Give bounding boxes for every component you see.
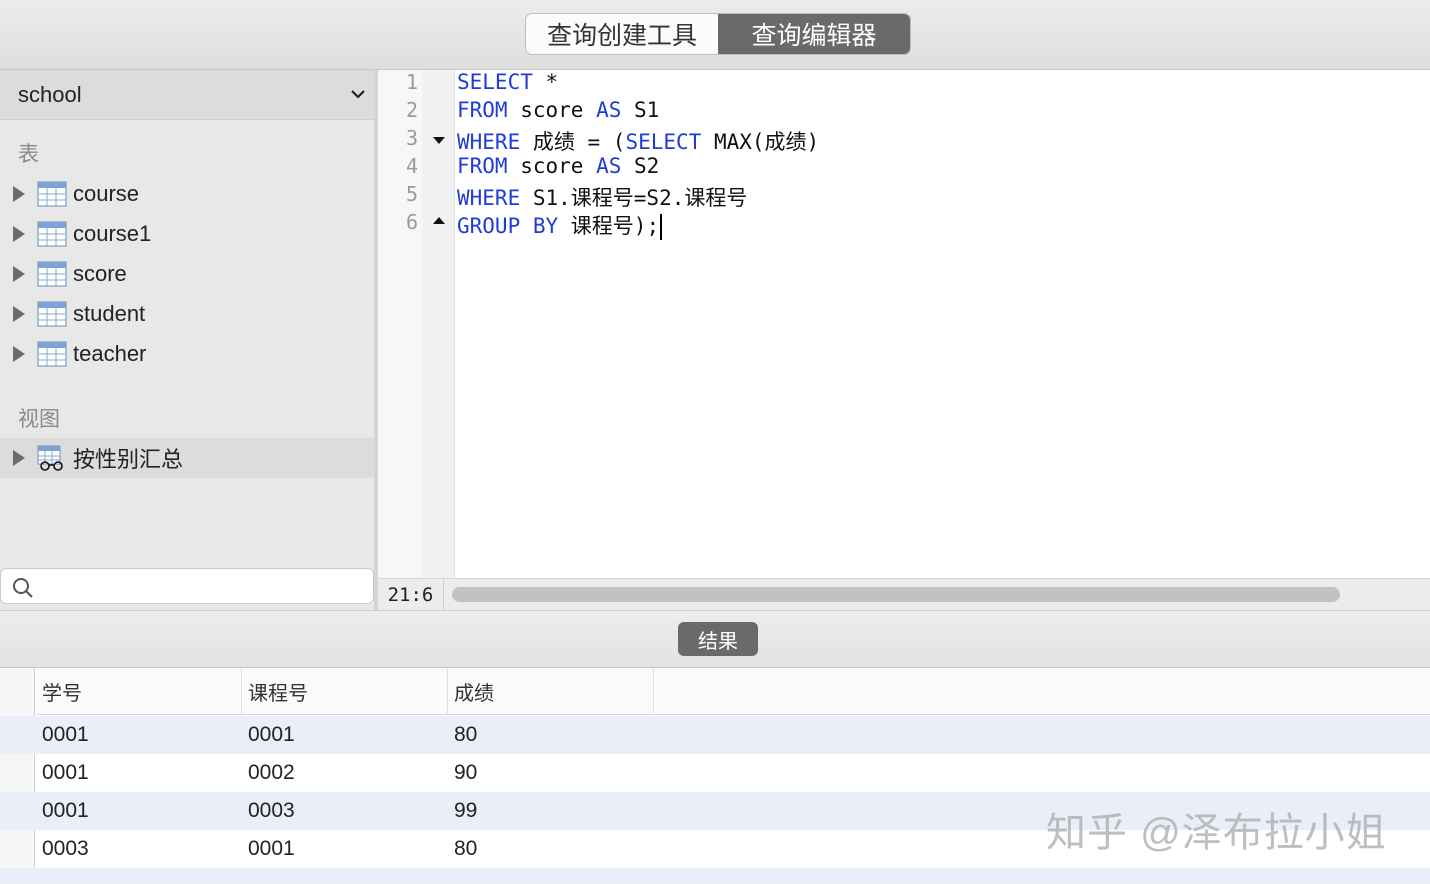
- sidebar-item-label: score: [73, 261, 127, 286]
- code-token: MAX(成绩): [701, 130, 820, 154]
- code-token: SELECT: [457, 70, 533, 94]
- views-heading: 视图: [18, 408, 60, 431]
- table-row-empty: [0, 868, 1430, 884]
- tables-heading: 表: [18, 143, 39, 166]
- code-line-6: GROUP BY 课程号);: [457, 210, 663, 240]
- toolbar: 查询创建工具 查询编辑器: [0, 0, 1430, 70]
- table-cell: 0002: [248, 761, 295, 784]
- code-token: 课程号);: [558, 214, 660, 238]
- code-token: FROM: [457, 98, 508, 122]
- disclosure-triangle-icon[interactable]: [13, 306, 25, 322]
- line-number: 1: [405, 70, 418, 94]
- disclosure-triangle-icon[interactable]: [13, 450, 25, 466]
- table-icon: [37, 261, 67, 287]
- column-header-course-id[interactable]: 课程号: [242, 668, 448, 714]
- code-token: S2: [621, 154, 660, 178]
- line-number: 4: [405, 154, 418, 178]
- table-cell: 0003: [42, 837, 89, 860]
- code-token: FROM: [457, 154, 508, 178]
- sidebar-item-label: course: [73, 181, 140, 206]
- sidebar-item-course[interactable]: course: [0, 174, 374, 214]
- fold-gutter: [422, 70, 455, 578]
- sidebar-item-student[interactable]: student: [0, 294, 374, 334]
- sidebar-item-score[interactable]: score: [0, 254, 374, 294]
- text-cursor: [660, 214, 663, 240]
- column-header-grade[interactable]: 成绩: [448, 668, 654, 714]
- column-header-student-id[interactable]: 学号: [36, 668, 242, 714]
- table-cell: 99: [454, 799, 478, 822]
- disclosure-triangle-icon[interactable]: [13, 346, 25, 362]
- disclosure-triangle-icon[interactable]: [13, 266, 25, 282]
- code-token: *: [532, 70, 559, 94]
- chevron-down-icon: [351, 90, 365, 99]
- code-token: GROUP BY: [457, 214, 559, 238]
- database-name: school: [18, 81, 82, 107]
- table-cell: 80: [454, 837, 478, 860]
- code-line-1: SELECT *: [457, 70, 558, 94]
- line-number: 2: [405, 98, 418, 122]
- code-token: S1.课程号=S2.课程号: [520, 186, 748, 210]
- code-token: score: [507, 154, 597, 178]
- line-number: 3: [405, 126, 418, 150]
- watermark: 知乎 @泽布拉小姐: [1046, 811, 1387, 855]
- sidebar: school 表 course course1 score student te…: [0, 70, 374, 610]
- code-token: WHERE: [457, 186, 521, 210]
- code-token: score: [507, 98, 597, 122]
- sidebar-item-teacher[interactable]: teacher: [0, 334, 374, 374]
- sidebar-item-label: 按性别汇总: [73, 447, 184, 472]
- code-token: AS: [596, 154, 622, 178]
- database-select[interactable]: school: [0, 70, 374, 120]
- view-glasses-icon: [37, 445, 63, 471]
- code-token: WHERE: [457, 130, 521, 154]
- disclosure-triangle-icon[interactable]: [13, 226, 25, 242]
- table-icon: [37, 301, 67, 327]
- fold-end-icon[interactable]: [433, 217, 445, 224]
- line-number-gutter: 1 2 3 4 5 6: [378, 70, 455, 578]
- sidebar-item-course1[interactable]: course1: [0, 214, 374, 254]
- results-header: 结果: [0, 610, 1430, 668]
- code-token: AS: [596, 98, 622, 122]
- code-token: SELECT: [625, 130, 702, 154]
- tab-query-builder[interactable]: 查询创建工具: [526, 14, 718, 54]
- editor-status-bar: 21:6: [378, 578, 1430, 610]
- table-row[interactable]: 0001 0002 90: [0, 754, 1430, 792]
- table-icon: [37, 181, 67, 207]
- line-number: 6: [405, 210, 418, 234]
- sidebar-search-input[interactable]: [0, 568, 374, 604]
- horizontal-scrollbar[interactable]: [452, 587, 1340, 602]
- table-icon: [37, 341, 67, 367]
- code-line-5: WHERE S1.课程号=S2.课程号: [457, 182, 747, 212]
- table-cell: 0003: [248, 799, 295, 822]
- fold-collapse-icon[interactable]: [433, 137, 445, 144]
- table-cell: 0001: [248, 723, 295, 746]
- table-row[interactable]: 0001 0001 80: [0, 716, 1430, 754]
- code-token: 成绩 = (: [520, 130, 626, 154]
- line-number: 5: [405, 182, 418, 206]
- code-line-3: WHERE 成绩 = (SELECT MAX(成绩): [457, 126, 819, 156]
- sql-editor[interactable]: 1 2 3 4 5 6 SELECT * FROM score AS S1 WH…: [378, 70, 1430, 578]
- sidebar-item-view-gender-summary[interactable]: 按性别汇总: [0, 438, 374, 478]
- table-cell: 0001: [42, 799, 89, 822]
- table-cell: 0001: [248, 837, 295, 860]
- code-line-4: FROM score AS S2: [457, 154, 659, 178]
- mode-segmented-control: 查询创建工具 查询编辑器: [525, 13, 911, 55]
- table-cell: 0001: [42, 723, 89, 746]
- table-cell: 0001: [42, 761, 89, 784]
- cursor-position: 21:6: [378, 579, 444, 610]
- table-cell: 90: [454, 761, 478, 784]
- code-token: S1: [621, 98, 660, 122]
- code-line-2: FROM score AS S1: [457, 98, 659, 122]
- sidebar-item-label: teacher: [73, 341, 147, 366]
- sidebar-item-label: course1: [73, 221, 152, 246]
- sidebar-item-label: student: [73, 301, 146, 326]
- table-icon: [37, 221, 67, 247]
- table-cell: 80: [454, 723, 478, 746]
- disclosure-triangle-icon[interactable]: [13, 186, 25, 202]
- results-table-header: 学号 课程号 成绩: [36, 668, 1430, 715]
- search-icon: [13, 578, 33, 598]
- tab-query-editor[interactable]: 查询编辑器: [718, 14, 910, 54]
- results-button[interactable]: 结果: [678, 622, 758, 656]
